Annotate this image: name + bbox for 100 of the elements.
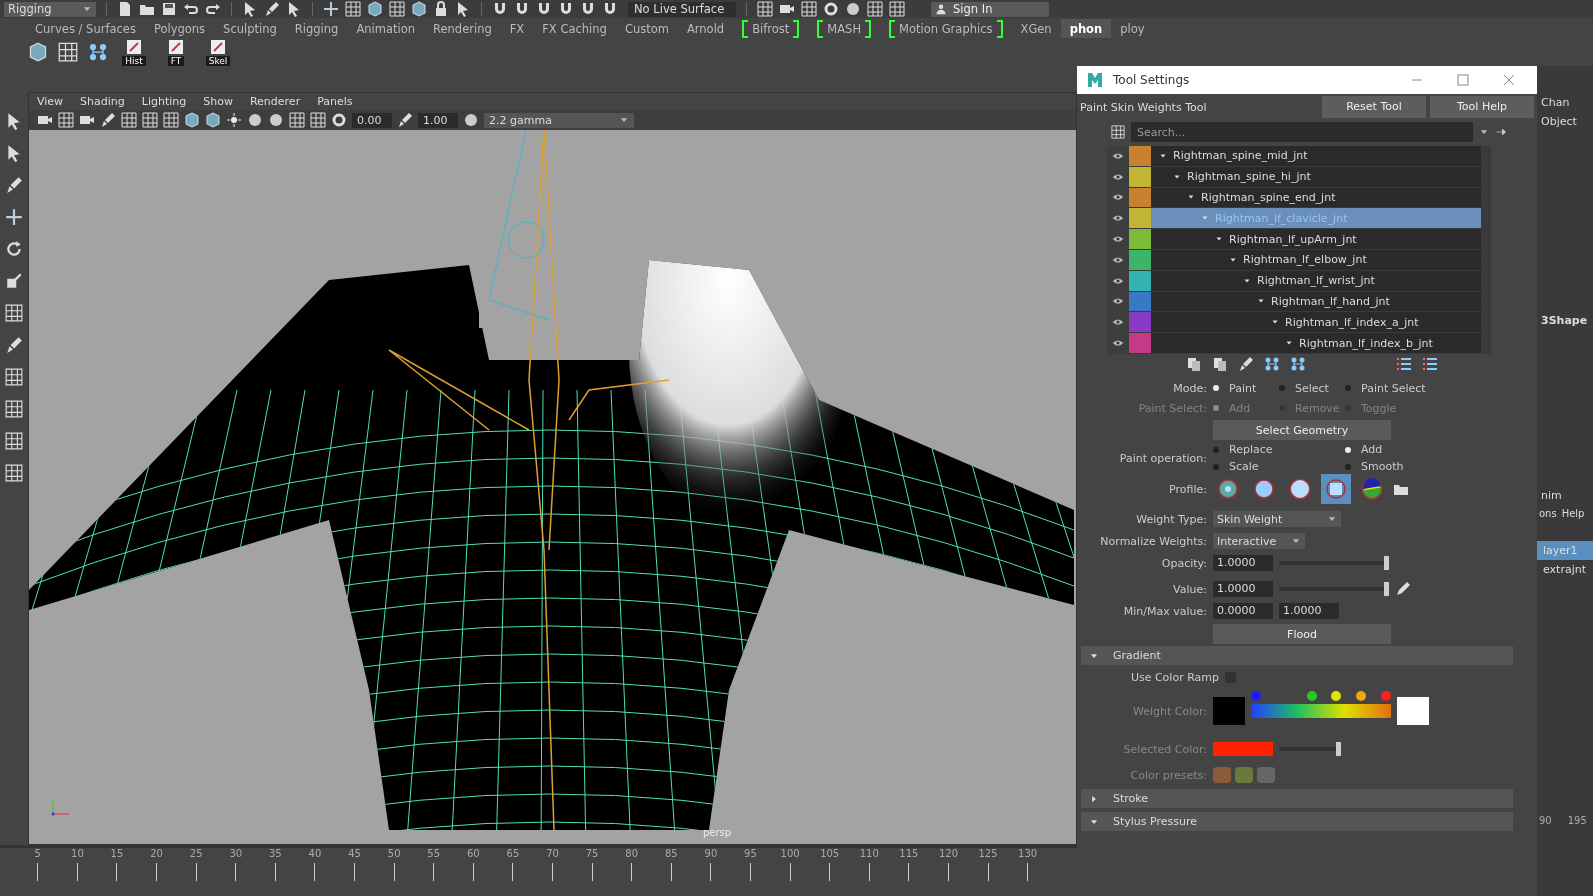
influence-item[interactable]: Rightman_lf_elbow_jnt xyxy=(1151,250,1481,270)
viewport-menu[interactable]: View xyxy=(37,95,64,108)
joint-icon[interactable] xyxy=(88,42,108,62)
brush-icon[interactable] xyxy=(1238,356,1254,372)
shelf-tab[interactable]: Polygons xyxy=(144,19,215,38)
eyedropper-icon[interactable] xyxy=(1395,581,1411,597)
magnet-icon[interactable] xyxy=(514,1,530,17)
cube-icon[interactable] xyxy=(205,112,221,128)
grid-icon[interactable] xyxy=(345,1,361,17)
shelf-tab[interactable]: Bifrost xyxy=(733,19,809,38)
grid-icon[interactable] xyxy=(389,1,405,17)
brush-profile-button[interactable] xyxy=(1321,474,1351,504)
brush-icon[interactable] xyxy=(5,176,23,194)
cube-icon[interactable] xyxy=(411,1,427,17)
grid-icon[interactable] xyxy=(5,368,23,386)
grid-icon[interactable] xyxy=(121,112,137,128)
new-file-icon[interactable] xyxy=(117,1,133,17)
influence-item[interactable]: Rightman_spine_hi_jnt xyxy=(1151,166,1481,187)
shelf-tab[interactable]: Animation xyxy=(347,19,424,38)
influence-item[interactable]: Rightman_lf_index_a_jnt xyxy=(1151,312,1481,333)
select-geometry-button[interactable]: Select Geometry xyxy=(1213,420,1391,440)
layer-tab[interactable]: nim xyxy=(1537,489,1593,502)
ramp-stop-icon[interactable] xyxy=(1331,691,1342,701)
radio-option[interactable]: Paint Select xyxy=(1345,381,1445,395)
flood-button[interactable]: Flood xyxy=(1213,624,1391,644)
grid-icon[interactable] xyxy=(5,432,23,450)
grid-icon[interactable] xyxy=(163,112,179,128)
brush-icon[interactable] xyxy=(5,336,23,354)
color-space-dropdown[interactable]: 2.2 gamma xyxy=(484,112,634,128)
sphere-icon[interactable] xyxy=(268,112,284,128)
gamma-field[interactable]: 1.00 xyxy=(418,112,458,128)
cube-icon[interactable] xyxy=(184,112,200,128)
selected-color-swatch[interactable] xyxy=(1213,742,1273,756)
radio-option[interactable]: Add xyxy=(1345,443,1445,456)
influence-item[interactable]: Rightman_lf_upArm_jnt xyxy=(1151,229,1481,249)
section-header[interactable]: Gradient xyxy=(1081,646,1513,665)
influence-item[interactable]: Rightman_spine_end_jnt xyxy=(1151,187,1481,208)
grid-icon[interactable] xyxy=(58,112,74,128)
max-weight-swatch[interactable] xyxy=(1397,697,1429,725)
radio-option[interactable]: Paint xyxy=(1213,381,1279,395)
grid-icon[interactable] xyxy=(310,112,326,128)
radio-option[interactable]: Replace xyxy=(1213,443,1345,456)
live-surface-field[interactable]: No Live Surface xyxy=(628,1,736,17)
sphere-icon[interactable] xyxy=(463,112,479,128)
move-icon[interactable] xyxy=(5,208,23,226)
close-icon[interactable] xyxy=(1501,72,1517,88)
move-icon[interactable] xyxy=(323,1,339,17)
magnet-icon[interactable] xyxy=(536,1,552,17)
influence-item[interactable]: Rightman_lf_hand_jnt xyxy=(1151,291,1481,312)
brush-icon[interactable] xyxy=(100,112,116,128)
save-icon[interactable] xyxy=(161,1,177,17)
joint-icon[interactable] xyxy=(1290,356,1306,372)
copy-icon[interactable] xyxy=(1186,356,1202,372)
shelf-tab[interactable]: Rendering xyxy=(424,19,501,38)
shelf-tab[interactable]: phon xyxy=(1060,19,1112,38)
radio-option[interactable]: Scale xyxy=(1213,460,1345,473)
grid-icon[interactable] xyxy=(58,42,78,62)
magnet-icon[interactable] xyxy=(580,1,596,17)
grid-icon[interactable] xyxy=(5,400,23,418)
cube-icon[interactable] xyxy=(367,1,383,17)
influence-item[interactable]: Rightman_lf_wrist_jnt xyxy=(1151,270,1481,291)
normalize-dropdown[interactable]: Interactive xyxy=(1213,533,1305,549)
magnet-icon[interactable] xyxy=(558,1,574,17)
brush-icon[interactable] xyxy=(397,112,413,128)
viewport-menu[interactable]: Show xyxy=(203,95,233,108)
light-icon[interactable] xyxy=(226,112,242,128)
shelf-tab[interactable]: Arnold xyxy=(677,19,734,38)
shelf-button[interactable]: Hist xyxy=(118,38,150,66)
radio-option[interactable]: Smooth xyxy=(1345,460,1445,473)
pin-icon[interactable] xyxy=(1495,126,1507,138)
shelf-tab[interactable]: Motion Graphics xyxy=(880,19,1012,38)
shelf-tab[interactable]: XGen xyxy=(1011,19,1061,38)
min-value-field[interactable]: 0.0000 xyxy=(1213,603,1273,619)
tool-button[interactable]: Tool Help xyxy=(1430,96,1534,118)
section-header[interactable]: Stroke xyxy=(1081,789,1513,808)
color-presets-icon[interactable] xyxy=(1213,767,1275,783)
viewport-menu[interactable]: Renderer xyxy=(249,95,301,108)
weight-type-dropdown[interactable]: Skin Weight xyxy=(1213,511,1341,527)
viewport-menu[interactable]: Shading xyxy=(80,95,125,108)
viewport-menu[interactable]: Panels xyxy=(317,95,353,108)
influence-item[interactable]: Rightman_spine_mid_jnt xyxy=(1151,146,1481,166)
sphere-icon[interactable] xyxy=(845,1,861,17)
layer-menu[interactable]: ons xyxy=(1539,508,1557,519)
slider-thumb[interactable] xyxy=(1336,742,1341,756)
grid-icon[interactable] xyxy=(889,1,905,17)
sphere-icon[interactable] xyxy=(247,112,263,128)
shelf-tab[interactable]: Curves / Surfaces xyxy=(26,19,145,38)
grid-icon[interactable] xyxy=(289,112,305,128)
number-field[interactable]: 1.0000 xyxy=(1213,581,1273,597)
mode-dropdown[interactable]: Rigging xyxy=(4,1,96,17)
undo-icon[interactable] xyxy=(183,1,199,17)
exposure-field[interactable]: 0.00 xyxy=(352,112,392,128)
shelf-tab[interactable]: Rigging xyxy=(285,19,348,38)
shelf-tab[interactable]: Custom xyxy=(615,19,678,38)
channel-box-tab[interactable]: Chan xyxy=(1537,96,1593,109)
magnet-icon[interactable] xyxy=(492,1,508,17)
influence-item[interactable]: Rightman_lf_index_b_jnt xyxy=(1151,333,1481,353)
slider-thumb[interactable] xyxy=(1384,582,1389,596)
section-header[interactable]: Stylus Pressure xyxy=(1081,812,1513,831)
layer-menu[interactable]: Help xyxy=(1561,508,1585,519)
